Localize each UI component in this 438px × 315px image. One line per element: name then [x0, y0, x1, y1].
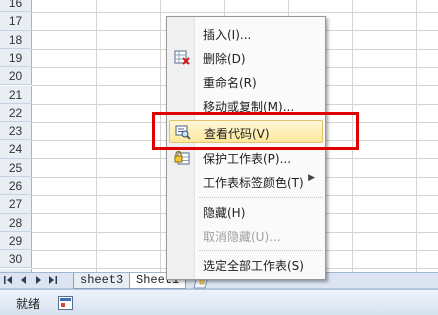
protect-sheet-icon	[174, 150, 190, 165]
status-bar: 就绪	[0, 289, 438, 315]
row-header[interactable]: 20	[0, 67, 32, 86]
row-header[interactable]: 17	[0, 12, 32, 31]
status-text: 就绪	[16, 297, 41, 311]
row-header[interactable]: 16	[0, 0, 32, 13]
first-sheet-icon[interactable]	[2, 275, 16, 287]
menu-item-hide[interactable]: 隐藏(H)	[169, 200, 323, 223]
gridline	[416, 0, 417, 272]
menu-item-insert[interactable]: 插入(I)...	[169, 22, 323, 45]
prev-sheet-icon[interactable]	[17, 275, 31, 287]
menu-item-rename[interactable]: 重命名(R)	[169, 70, 323, 93]
sheet-tab-sheet3[interactable]: sheet3	[73, 273, 131, 289]
row-header[interactable]: 28	[0, 213, 32, 232]
menu-separator	[199, 197, 323, 199]
submenu-arrow-icon: ▶	[308, 173, 315, 183]
row-header[interactable]: 29	[0, 231, 32, 251]
highlight-annotation	[152, 112, 359, 150]
menu-item-delete[interactable]: 删除(D)	[169, 46, 323, 69]
menu-item-select-all-sheets[interactable]: 选定全部工作表(S)	[169, 253, 323, 276]
row-header[interactable]: 27	[0, 195, 32, 214]
gridline	[32, 12, 438, 13]
last-sheet-icon[interactable]	[45, 275, 59, 287]
row-header[interactable]: 26	[0, 177, 32, 196]
menu-separator	[199, 250, 323, 252]
row-header[interactable]: 21	[0, 85, 32, 104]
row-header[interactable]: 30	[0, 250, 32, 269]
gridline	[96, 0, 97, 272]
macro-record-icon[interactable]	[58, 295, 73, 310]
menu-item-unhide: 取消隐藏(U)...	[203, 230, 281, 244]
row-header[interactable]: 25	[0, 158, 32, 177]
next-sheet-icon[interactable]	[31, 275, 45, 287]
row-header[interactable]: 23	[0, 122, 32, 141]
row-header[interactable]: 18	[0, 30, 32, 49]
row-header[interactable]: 24	[0, 140, 32, 159]
row-header[interactable]: 19	[0, 48, 32, 68]
delete-sheet-icon	[174, 50, 190, 65]
row-header[interactable]: 22	[0, 103, 32, 123]
menu-item-tab-color[interactable]: 工作表标签颜色(T) ▶	[169, 170, 323, 193]
